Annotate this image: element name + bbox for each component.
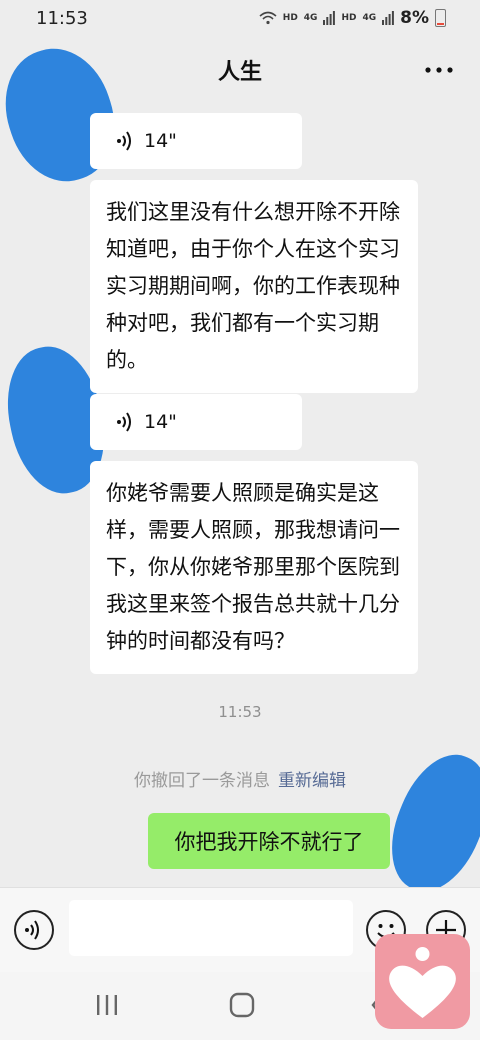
chat-screen: 11:53 HD 4G HD 4G 8% 人生 14" 我们这里没有什么想开除不… bbox=[0, 0, 480, 1040]
message-text: 我们这里没有什么想开除不开除知道吧，由于你个人在这个实习实习期期间啊，你的工作表… bbox=[106, 200, 400, 372]
own-text-message[interactable]: 你把我开除不就行了 bbox=[148, 813, 390, 869]
status-indicators: HD 4G HD 4G 8% bbox=[259, 8, 446, 28]
message-input[interactable] bbox=[69, 900, 353, 956]
app-watermark-logo bbox=[375, 934, 470, 1029]
network-gen-1: 4G bbox=[303, 12, 318, 23]
wifi-icon bbox=[259, 11, 277, 25]
network-label-2: HD bbox=[341, 12, 357, 23]
message-timestamp: 11:53 bbox=[218, 703, 262, 721]
signal-icon bbox=[323, 11, 336, 25]
recall-text: 你撤回了一条消息 bbox=[134, 771, 270, 791]
recall-notice: 你撤回了一条消息 重新编辑 bbox=[0, 766, 480, 791]
battery-percent: 8% bbox=[400, 8, 429, 28]
voice-wave-icon bbox=[117, 412, 131, 432]
reedit-link[interactable]: 重新编辑 bbox=[278, 771, 346, 791]
heart-person-icon bbox=[389, 947, 456, 1018]
voice-wave-icon bbox=[25, 920, 39, 940]
voice-message[interactable]: 14" bbox=[90, 113, 302, 169]
voice-duration: 14" bbox=[144, 411, 177, 433]
voice-input-button[interactable] bbox=[14, 910, 54, 950]
network-label-1: HD bbox=[282, 12, 298, 23]
more-dots-icon[interactable] bbox=[424, 58, 454, 82]
text-message[interactable]: 你姥爷需要人照顾是确实是这样，需要人照顾，那我想请问一下，你从你姥爷那里那个医院… bbox=[90, 461, 418, 674]
status-bar: 11:53 HD 4G HD 4G 8% bbox=[0, 0, 480, 36]
message-text: 你把我开除不就行了 bbox=[174, 830, 364, 854]
status-time: 11:53 bbox=[36, 8, 88, 29]
text-message[interactable]: 我们这里没有什么想开除不开除知道吧，由于你个人在这个实习实习期期间啊，你的工作表… bbox=[90, 180, 418, 393]
voice-duration: 14" bbox=[144, 130, 177, 152]
home-icon[interactable] bbox=[229, 992, 255, 1018]
network-gen-2: 4G bbox=[362, 12, 377, 23]
message-text: 你姥爷需要人照顾是确实是这样，需要人照顾，那我想请问一下，你从你姥爷那里那个医院… bbox=[106, 481, 400, 653]
voice-message[interactable]: 14" bbox=[90, 394, 302, 450]
recents-icon[interactable] bbox=[95, 994, 119, 1016]
signal-icon bbox=[382, 11, 395, 25]
voice-wave-icon bbox=[117, 131, 131, 151]
battery-icon bbox=[435, 9, 446, 27]
